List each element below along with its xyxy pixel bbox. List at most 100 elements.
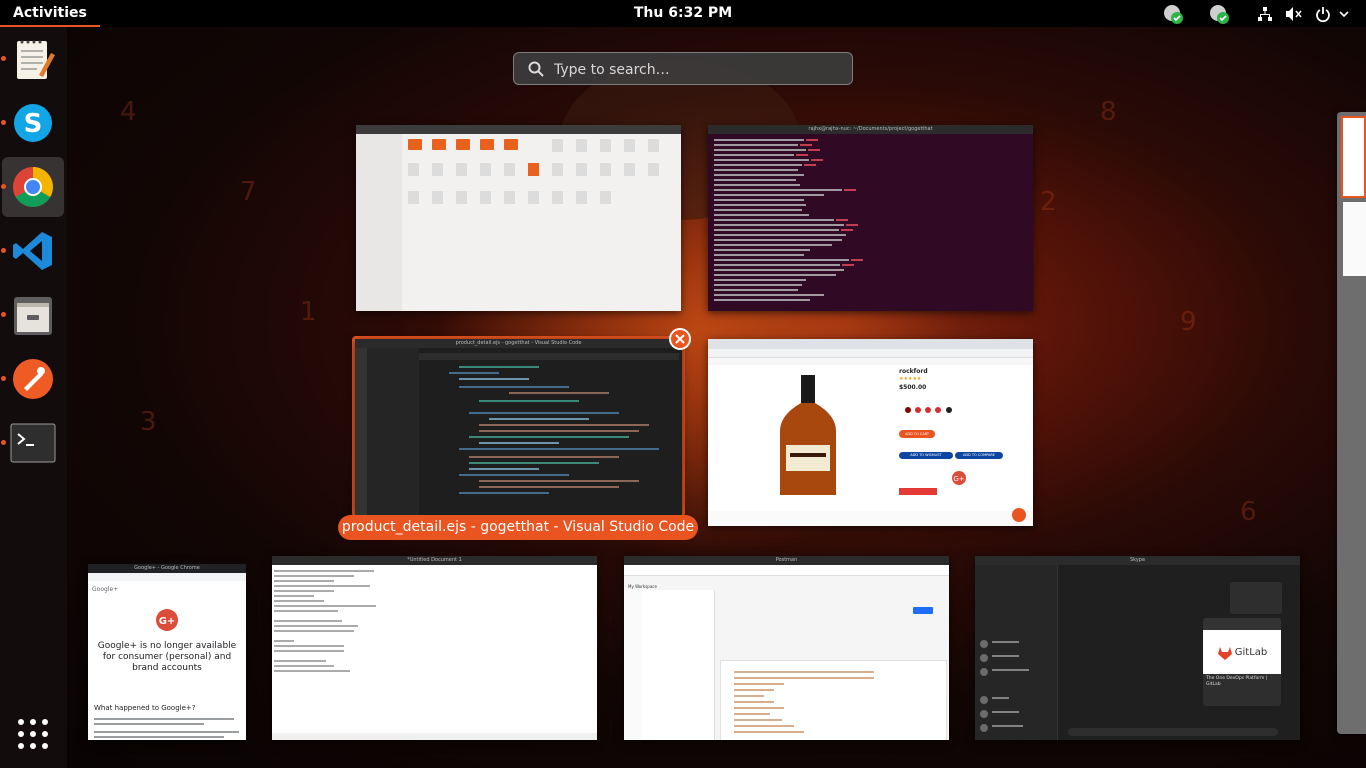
terminal-output [714,139,863,301]
window-skype[interactable]: Skype GitLab The One DevOps Platform | G… [975,556,1300,740]
address-bar [88,573,246,581]
power-icon[interactable] [1313,3,1333,24]
running-indicator [1,56,6,61]
skype-contacts [980,640,1029,732]
files-sidebar [356,134,402,311]
search-icon [528,61,544,77]
running-indicator [1,440,6,445]
address-bar [708,349,1033,358]
postman-launcher[interactable] [1,349,64,409]
send-button[interactable] [913,607,933,614]
show-applications-button[interactable] [2,704,64,764]
svg-text:9: 9 [1180,307,1197,337]
message-input[interactable] [1068,728,1278,736]
vscode-icon [13,232,52,270]
close-window-button[interactable] [669,328,691,350]
skype-icon: S [14,104,52,142]
google-plus-heading: Google+ is no longer available for consu… [97,641,237,673]
file-cabinet-icon [14,297,52,335]
window-postman[interactable]: Postman My Workspace [624,556,949,740]
postman-header [624,565,949,576]
google-plus-logo: Google+ [92,586,119,593]
network-icon[interactable] [1255,3,1275,24]
svg-text:6: 6 [1240,497,1257,527]
vscode-explorer [367,348,419,515]
dock: S [0,27,67,768]
product-price: $500.00 [899,384,927,391]
google-plus-subheading: What happened to Google+? [94,704,196,712]
window-titlebar [356,125,681,134]
svg-text:7: 7 [240,177,257,207]
text-editor-launcher[interactable] [1,29,64,89]
scroll-top-icon[interactable] [1011,507,1027,523]
returns-shipping-button[interactable] [899,488,937,495]
window-vscode[interactable]: product_detail.ejs - gogetthat - Visual … [355,339,682,515]
window-titlebar: Postman [624,556,949,565]
chrome-launcher[interactable] [1,157,64,217]
window-files[interactable] [356,125,681,311]
gitlab-logo-area: GitLab [1203,630,1281,674]
response-json [734,671,874,733]
chrome-icon [13,167,53,207]
clock-label[interactable]: Thu 6:32 PM [634,5,732,21]
window-titlebar: *Untitled Document 1 [272,556,597,565]
product-bottle-image [780,375,836,495]
sync-ok-icon[interactable] [1161,3,1185,24]
color-options[interactable] [899,405,959,415]
postman-collections [642,590,715,740]
volume-muted-icon[interactable] [1284,3,1304,24]
search-box[interactable] [513,52,853,86]
vscode-activity-bar [355,348,367,515]
close-icon [675,334,685,344]
window-chrome-google[interactable]: Google+ - Google Chrome Google+ G+ Googl… [88,564,246,740]
window-titlebar: Google+ - Google Chrome [88,564,246,573]
grid-icon [18,719,48,749]
svg-text:G+: G+ [159,616,176,627]
window-gedit[interactable]: *Untitled Document 1 [272,556,597,740]
gitlab-icon [1217,646,1232,660]
skype-launcher[interactable]: S [1,93,64,153]
window-titlebar: Skype [975,556,1300,565]
files-launcher[interactable] [1,285,64,345]
skype-message-bubble [1230,582,1282,614]
running-indicator [1,120,6,125]
window-titlebar: product_detail.ejs - gogetthat - Visual … [355,339,682,348]
search-input[interactable] [552,53,846,86]
terminal-launcher[interactable] [1,413,64,473]
terminal-icon [10,423,56,463]
card-header [1203,618,1281,630]
text-editor-icon [17,40,55,79]
window-terminal[interactable]: rajhx@rajhx-nuc: ~/Documents/project/gog… [708,125,1033,311]
workspace-thumbnail[interactable] [1337,112,1366,734]
google-plus-icon: G+ [156,609,178,631]
bookmarks-bar [708,358,1033,365]
add-to-cart-button[interactable]: ADD TO CART [899,430,935,438]
add-to-wishlist-button[interactable]: ADD TO WISHLIST [899,452,953,459]
svg-text:2: 2 [1040,187,1057,217]
running-indicator [1,376,6,381]
postman-sidebar-icons [624,590,643,740]
rating-stars: ★★★★★ [899,376,922,382]
add-to-compare-button[interactable]: ADD TO COMPARE [955,452,1003,459]
running-indicator [1,248,6,253]
gitlab-link-card[interactable]: GitLab The One DevOps Platform | GitLab [1203,618,1281,706]
vscode-code [419,353,679,494]
window-titlebar [708,339,1033,349]
postman-workspace-label: My Workspace [628,584,657,589]
window-caption: product_detail.ejs - gogetthat - Visual … [338,515,698,540]
sync-ok-icon[interactable] [1207,3,1231,24]
chevron-down-icon[interactable] [1336,3,1352,24]
window-chrome-product[interactable]: rockford ★★★★★ $500.00 ADD TO CART ADD T… [708,339,1033,526]
top-bar: Activities Thu 6:32 PM [0,0,1366,27]
google-plus-body [94,718,239,738]
activities-button[interactable]: Activities [0,0,100,27]
google-plus-share-icon[interactable]: G+ [951,470,967,486]
svg-text:S: S [24,109,43,139]
running-indicator [1,312,6,317]
gitlab-card-title: The One DevOps Platform | GitLab [1206,676,1268,687]
thumbnail-strip [708,511,1033,526]
workspace-window-preview [1341,116,1366,198]
vscode-launcher[interactable] [1,221,64,281]
svg-text:G+: G+ [953,475,964,483]
gitlab-wordmark: GitLab [1234,646,1268,658]
